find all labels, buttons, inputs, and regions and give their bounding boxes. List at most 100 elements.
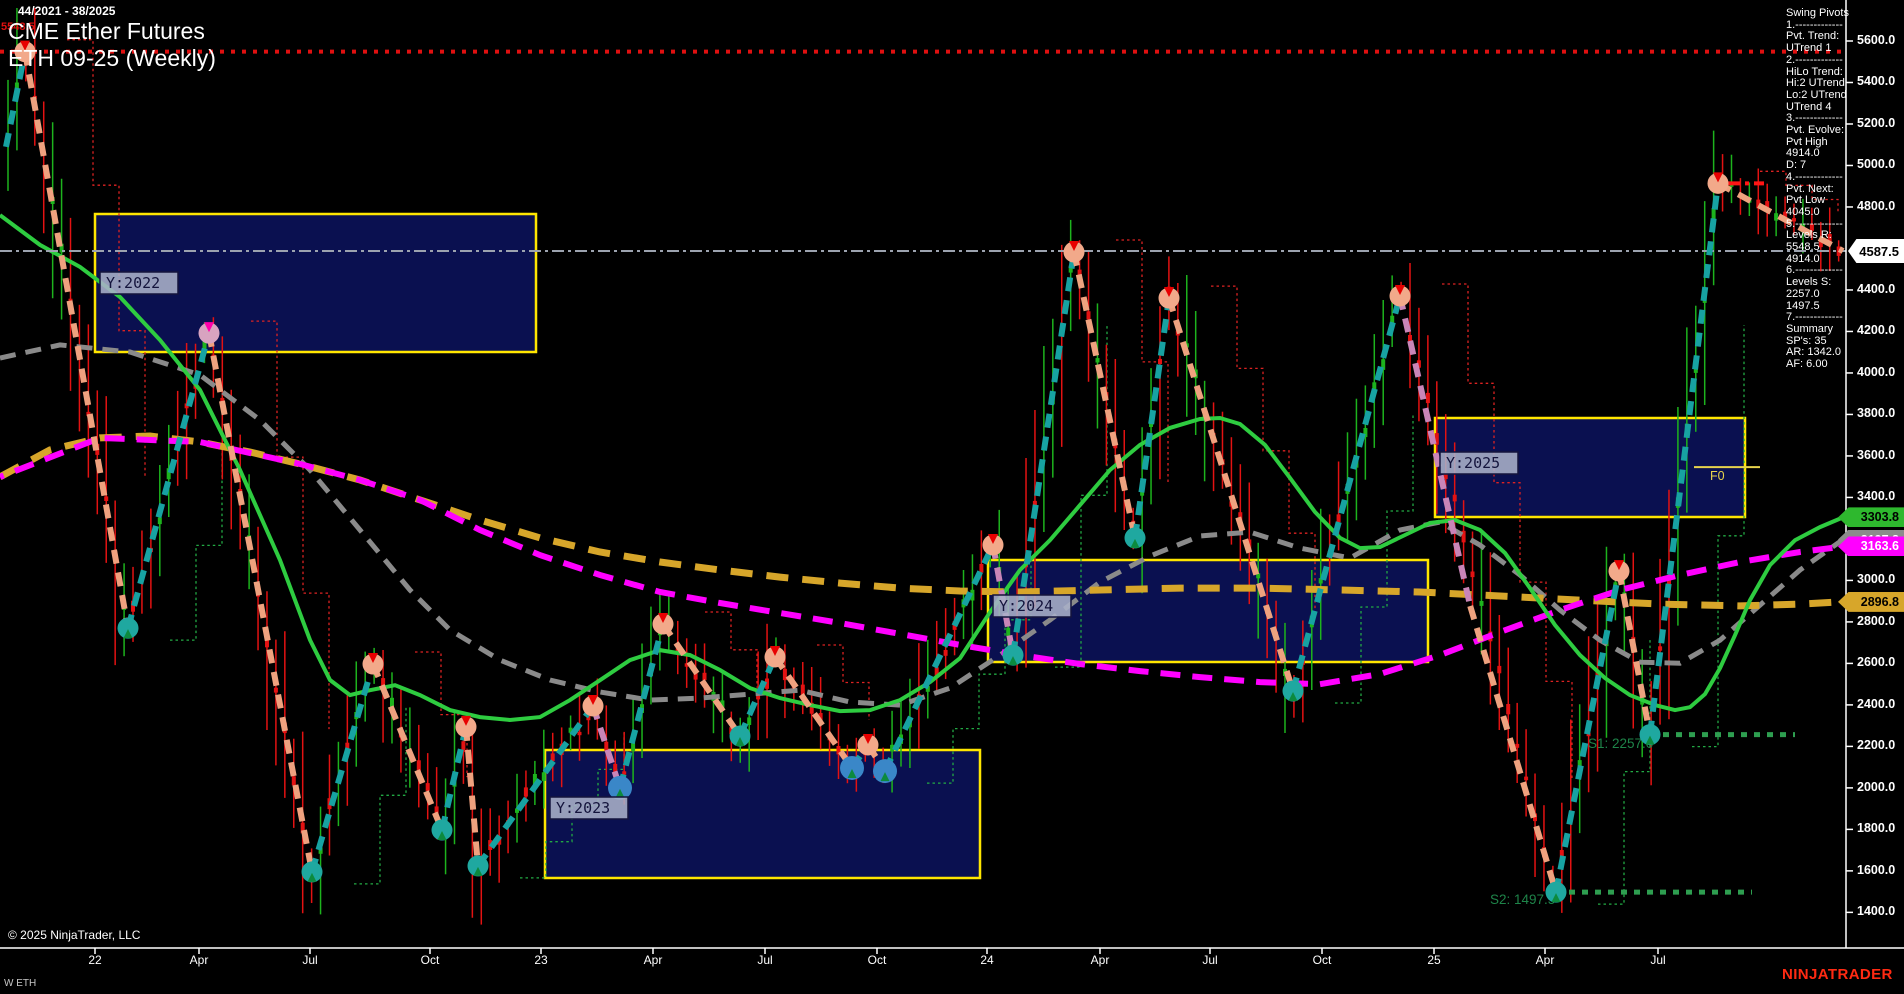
candle-body xyxy=(1006,628,1010,637)
candle-body xyxy=(979,564,983,573)
year-box-labels: Y:2022 Y:2023 Y:2024 Y:2025 xyxy=(100,272,1518,819)
info-panel-line: AF: 6.00 xyxy=(1786,359,1848,371)
price-axis-label: 2800.0 xyxy=(1857,614,1895,628)
date-range-label: 44/2021 - 38/2025 xyxy=(18,4,216,18)
price-axis-label: 3000.0 xyxy=(1857,572,1895,586)
current-price-tag: 4587.5 xyxy=(1848,239,1904,263)
price-axis-label: 3400.0 xyxy=(1857,489,1895,503)
candle-body xyxy=(747,717,751,725)
time-axis-label: 24 xyxy=(980,953,993,967)
price-axis-label: 5200.0 xyxy=(1857,116,1895,130)
time-axis-label: Apr xyxy=(190,953,209,967)
year-box-label: Y:2025 xyxy=(1446,454,1500,472)
candle-body xyxy=(1506,704,1510,714)
time-axis-label: Oct xyxy=(868,953,887,967)
time-axis-label: Jul xyxy=(757,953,772,967)
indicator-price-tag: 3303.8 xyxy=(1838,507,1904,527)
chart-header: 44/2021 - 38/2025 CME Ether Futures ETH … xyxy=(8,4,216,72)
zigzag-leg xyxy=(663,624,740,736)
price-axis-label: 3600.0 xyxy=(1857,448,1895,462)
price-axis-label: 3800.0 xyxy=(1857,406,1895,420)
chart-canvas[interactable]: S1: 2257.0S2: 1497.5F0Y:2022Y:2023Y:2024… xyxy=(0,0,1904,994)
zigzag-leg xyxy=(1470,606,1556,892)
time-axis-label: 25 xyxy=(1427,953,1440,967)
time-axis-label: Oct xyxy=(421,953,440,967)
candle-body xyxy=(542,772,546,781)
candle-body xyxy=(1774,213,1778,220)
price-axis-label: 4200.0 xyxy=(1857,323,1895,337)
price-axis-label: 5400.0 xyxy=(1857,74,1895,88)
copyright-label: © 2025 NinjaTrader, LLC xyxy=(8,928,140,942)
candle-body xyxy=(1426,393,1430,403)
candle-body xyxy=(1337,514,1341,522)
chart-subtitle: ETH 09-25 (Weekly) xyxy=(8,45,216,72)
candle-body xyxy=(274,688,278,693)
candle-body xyxy=(1524,777,1528,781)
candle-body xyxy=(1471,572,1475,578)
instrument-label: W ETH xyxy=(4,978,36,989)
price-axis-label: 1800.0 xyxy=(1857,821,1895,835)
info-panel-line: Pvt. Evolve: xyxy=(1786,125,1848,137)
candle-body xyxy=(104,496,108,501)
zigzag-leg xyxy=(1556,571,1619,892)
candle-body xyxy=(1497,666,1501,673)
time-axis-label: Apr xyxy=(1091,953,1110,967)
price-axis-label: 1600.0 xyxy=(1857,863,1895,877)
zigzag-leg xyxy=(312,664,373,872)
candle-body xyxy=(1712,208,1716,220)
candle-body xyxy=(426,783,430,791)
time-axis-label: Apr xyxy=(1536,953,1555,967)
candle-body xyxy=(1158,359,1162,364)
candle-body xyxy=(1658,646,1662,650)
info-panel-line: Lo:2 UTrend xyxy=(1786,90,1848,102)
s2-label: S2: 1497.5 xyxy=(1490,892,1555,907)
zigzag-leg xyxy=(1135,298,1169,538)
info-panel-line: 2.------------- xyxy=(1786,55,1848,67)
price-axis-label: 2200.0 xyxy=(1857,738,1895,752)
candle-body xyxy=(703,673,707,680)
time-axis-label: Apr xyxy=(644,953,663,967)
candle-body xyxy=(944,650,948,656)
indicator-price-tag: 3163.6 xyxy=(1838,536,1904,556)
candle-body xyxy=(158,517,162,524)
green-stop-line xyxy=(354,707,406,884)
candle-body xyxy=(1480,601,1484,606)
time-axis-label: 22 xyxy=(88,953,101,967)
info-panel-line: Summary xyxy=(1786,324,1848,336)
time-axis-label: Jul xyxy=(1202,953,1217,967)
price-axis-label: 2400.0 xyxy=(1857,697,1895,711)
candle-body xyxy=(578,732,582,735)
swing-pivots-info-panel: Swing Pivots1.-------------Pvt. Trend:UT… xyxy=(1786,8,1848,371)
ninjatrader-chart-window: { "header": { "range": "44/2021 - 38/202… xyxy=(0,0,1904,994)
candle-body xyxy=(1408,335,1412,341)
info-panel-line: 2257.0 xyxy=(1786,289,1848,301)
info-panel-line: Swing Pivots xyxy=(1786,8,1848,20)
candle-body xyxy=(1087,311,1091,319)
green-stop-line xyxy=(1692,325,1744,747)
f0-label: F0 xyxy=(1710,469,1725,483)
candle-body xyxy=(1515,744,1519,748)
chart-title: CME Ether Futures xyxy=(8,18,216,45)
info-panel-line: 4.------------- xyxy=(1786,172,1848,184)
candle-body xyxy=(292,776,296,785)
year-box-label: Y:2024 xyxy=(999,597,1053,615)
indicator-price-tag: 2896.8 xyxy=(1838,592,1904,612)
price-axis-label: 4000.0 xyxy=(1857,365,1895,379)
candle-body xyxy=(524,787,528,796)
price-axis-label: 2000.0 xyxy=(1857,780,1895,794)
price-axis-label: 1400.0 xyxy=(1857,904,1895,918)
candle-body xyxy=(1453,495,1457,502)
year-box-label: Y:2022 xyxy=(106,274,160,292)
time-axis-label: Jul xyxy=(302,953,317,967)
info-panel-line: 4045.0 xyxy=(1786,207,1848,219)
info-panel-line: 5548.5 xyxy=(1786,242,1848,254)
candle-body xyxy=(1096,358,1100,362)
time-axis-label: Oct xyxy=(1313,953,1332,967)
ninjatrader-logo: NINJATRADER xyxy=(1782,966,1893,983)
time-axis-label: 23 xyxy=(534,953,547,967)
candle-body xyxy=(604,742,608,751)
time-axis-label: Jul xyxy=(1650,953,1665,967)
price-axis-label: 2600.0 xyxy=(1857,655,1895,669)
year-box-label: Y:2023 xyxy=(556,799,610,817)
price-axis-label: 5000.0 xyxy=(1857,157,1895,171)
